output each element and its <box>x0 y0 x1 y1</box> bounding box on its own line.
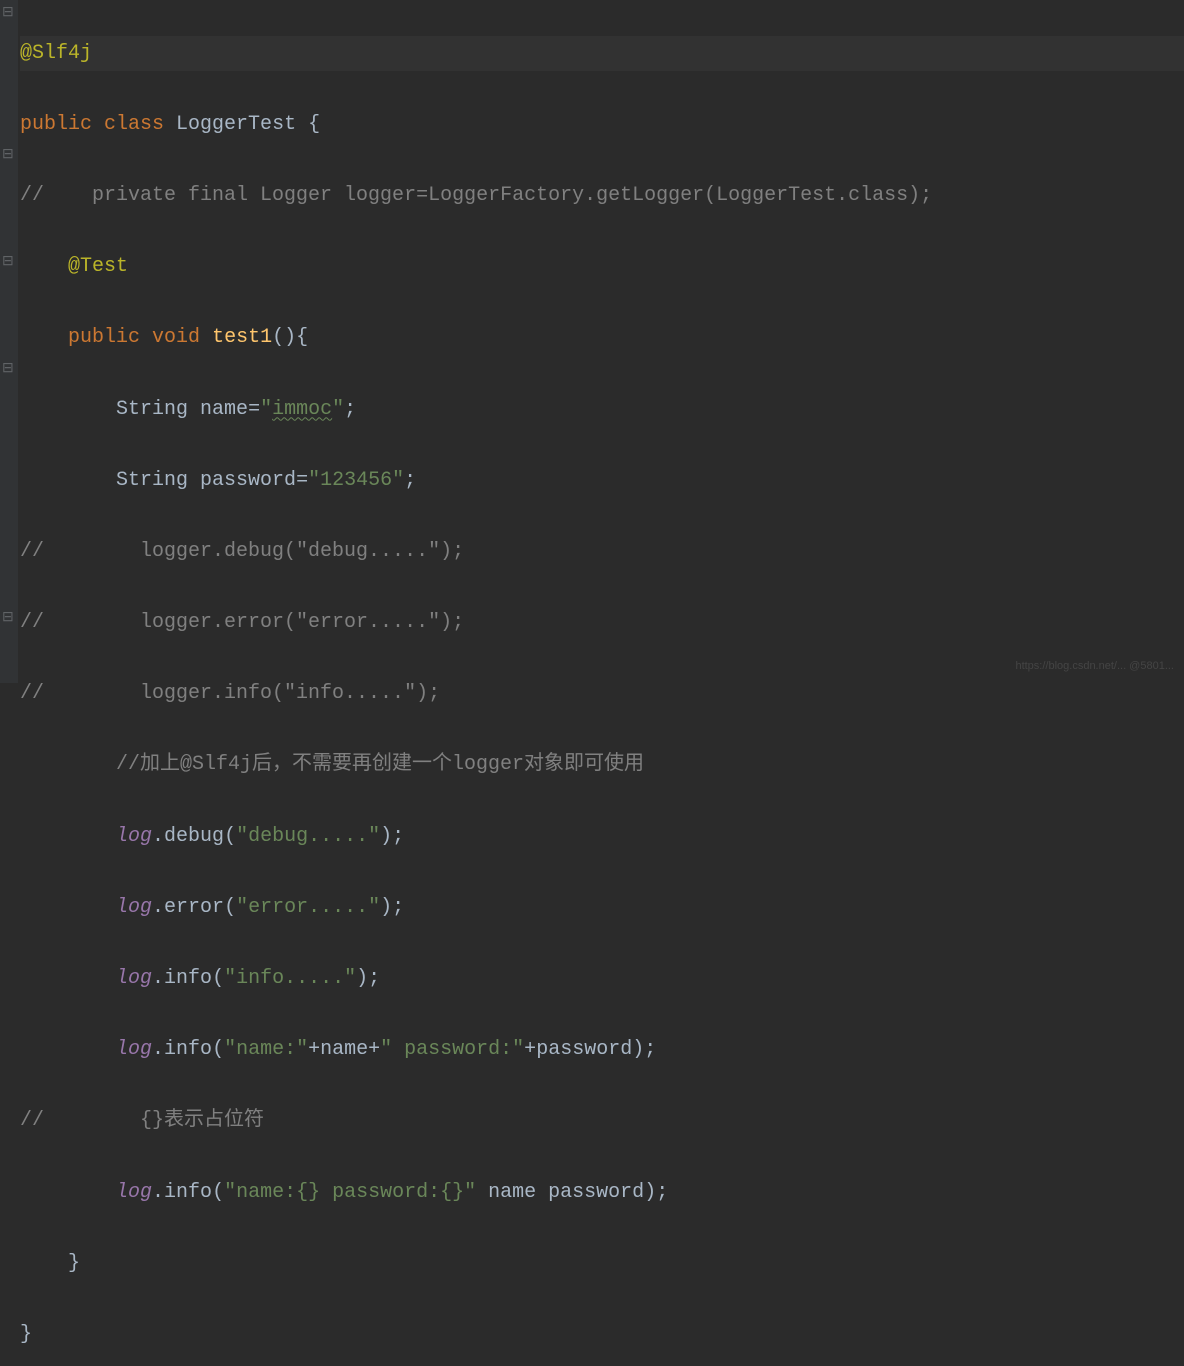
comment: // logger.error("error....."); <box>20 611 464 634</box>
string-literal-typo: immoc <box>272 398 332 421</box>
keyword: public class <box>20 113 164 136</box>
log-object: log <box>116 1038 152 1061</box>
code-line[interactable]: @Slf4j <box>20 36 1184 72</box>
comment: // logger.info("info....."); <box>20 682 440 705</box>
code-line[interactable]: public class LoggerTest { <box>20 107 1184 143</box>
code-line[interactable]: // logger.info("info....."); <box>20 676 1184 712</box>
annotation-slf4j: @Slf4j <box>20 42 92 65</box>
gutter: ⊟ ⊟ ⊟ ⊟ ⊟ <box>0 0 18 683</box>
code-line[interactable]: // logger.debug("debug....."); <box>20 534 1184 570</box>
comment: // logger.debug("debug....."); <box>20 540 464 563</box>
watermark-text: https://blog.csdn.net/... @5801... <box>1015 657 1174 677</box>
code-line[interactable]: log.info("name:"+name+" password:"+passw… <box>20 1032 1184 1068</box>
fold-mark[interactable]: ⊟ <box>2 148 14 162</box>
fold-mark[interactable]: ⊟ <box>2 6 14 20</box>
code-area[interactable]: @Slf4j public class LoggerTest { // priv… <box>18 0 1184 683</box>
comment: //加上@Slf4j后，不需要再创建一个logger对象即可使用 <box>116 753 644 776</box>
code-line[interactable]: String name="immoc"; <box>20 392 1184 428</box>
log-object: log <box>116 1181 152 1204</box>
code-line[interactable]: @Test <box>20 249 1184 285</box>
code-line[interactable]: log.info("info....."); <box>20 961 1184 997</box>
fold-mark[interactable]: ⊟ <box>2 611 14 625</box>
code-line[interactable]: public void test1(){ <box>20 320 1184 356</box>
code-line[interactable]: // private final Logger logger=LoggerFac… <box>20 178 1184 214</box>
log-object: log <box>116 825 152 848</box>
annotation-test: @Test <box>68 255 128 278</box>
code-line[interactable]: log.info("name:{} password:{}" name pass… <box>20 1175 1184 1211</box>
fold-mark[interactable]: ⊟ <box>2 255 14 269</box>
code-line[interactable]: //加上@Slf4j后，不需要再创建一个logger对象即可使用 <box>20 747 1184 783</box>
log-object: log <box>116 896 152 919</box>
code-line[interactable]: // logger.error("error....."); <box>20 605 1184 641</box>
code-line[interactable]: // {}表示占位符 <box>20 1103 1184 1139</box>
comment: // {}表示占位符 <box>20 1109 264 1132</box>
code-line[interactable]: String password="123456"; <box>20 463 1184 499</box>
close-brace: } <box>68 1252 80 1275</box>
comment: // private final Logger logger=LoggerFac… <box>20 184 932 207</box>
close-brace: } <box>20 1323 32 1346</box>
string-literal: "123456" <box>308 469 404 492</box>
class-name: LoggerTest <box>176 113 296 136</box>
code-line[interactable]: } <box>20 1317 1184 1353</box>
fold-mark[interactable]: ⊟ <box>2 362 14 376</box>
code-line[interactable]: log.error("error....."); <box>20 890 1184 926</box>
code-editor[interactable]: ⊟ ⊟ ⊟ ⊟ ⊟ @Slf4j public class LoggerTest… <box>0 0 1184 683</box>
code-line[interactable]: } <box>20 1246 1184 1282</box>
keyword: public void <box>68 326 200 349</box>
var-name: name <box>200 398 248 421</box>
log-object: log <box>116 967 152 990</box>
var-name: password <box>200 469 296 492</box>
method-name: test1 <box>212 326 272 349</box>
brace: { <box>296 113 320 136</box>
type: String <box>116 469 188 492</box>
type: String <box>116 398 188 421</box>
code-line[interactable]: log.debug("debug....."); <box>20 819 1184 855</box>
